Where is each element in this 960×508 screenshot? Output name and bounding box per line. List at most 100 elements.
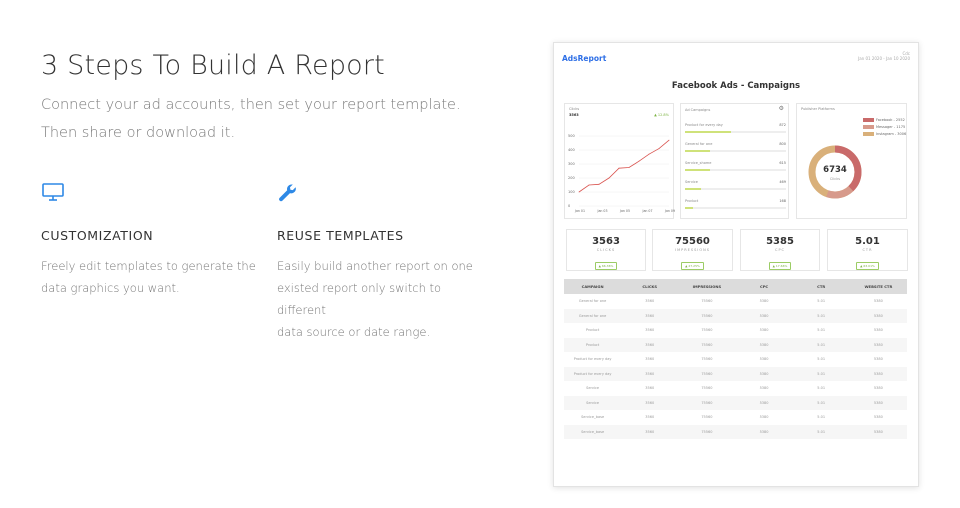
feature-customization: CUSTOMIZATION Freely edit templates to g… [41,182,256,299]
data-point [618,167,620,169]
y-tick-label: 300 [568,162,575,166]
table-cell: 5380 [759,328,769,333]
table-cell: 5380 [849,337,907,352]
x-tick-label: Jan 01 [574,209,585,213]
table-cell: 3560 [621,424,679,439]
campaign-bar-fill [685,131,732,133]
table-cell: 5380 [759,299,769,304]
legend-item: Instagram - 3006 [863,132,906,136]
table-cell: 5380 [735,337,793,352]
table-row: General for one 3560 75560 5380 5.01 5380 [564,294,907,309]
table-header-cell[interactable]: CAMPAIGN [564,279,622,294]
table-cell: 5380 [735,395,793,410]
settings-gear-icon[interactable]: ⚙ [779,105,784,112]
campaign-bar-row: Product for every day 872 [685,123,786,133]
x-tick-label: Jan 05 [619,209,630,213]
table-cell: 5.01 [792,308,850,323]
table-cell: 5.01 [792,424,850,439]
kpi-badge: ▲ 27.25% [681,262,704,270]
table-cell: 5.01 [792,366,850,381]
data-point [608,177,610,179]
x-tick-label: Jan 09 [664,209,675,213]
kpi-impressions: 75560 IMPRESSIONS ▲ 27.25% [652,229,733,271]
table-cell: Product [585,328,600,333]
donut-total: 6734 [823,165,847,175]
table-header-cell[interactable]: CLICKS [621,279,679,294]
table-cell: 5380 [849,366,907,381]
data-point [648,153,650,155]
table-row: Product for every day 3560 75560 5380 5.01 53… [564,352,907,367]
donut-card-title: Publisher Platforms [801,107,835,111]
table-cell: 5.01 [792,395,850,410]
x-tick-label: Jan 03 [597,209,608,213]
campaign-bar-fill [685,188,702,190]
table-row: Service 3560 75560 5380 5.01 5380 [564,395,907,410]
wrench-icon [277,182,492,206]
table-cell: General for one [578,299,607,304]
kpi-clicks: 3563 CLICKS ▲ 66.36% [566,229,646,271]
clicks-line-chart-card: Clicks 3563 ▲ 12.8% 500 400 300 200 100 0 Jan … [564,103,675,219]
table-cell: 75560 [701,357,713,362]
table-cell: 3560 [621,366,679,381]
publisher-platforms-card: Publisher Platforms Facebook - 2552 Messa… [796,103,907,219]
y-tick-label: 200 [568,176,575,180]
table-cell: 3560 [621,337,679,352]
hero-subtitle-line2: Then share or download it. [41,125,236,141]
table-cell: 75560 [701,386,713,391]
table-cell: Service_base [564,424,622,439]
legend-item: Facebook - 2552 [863,118,905,122]
table-cell: 5380 [873,386,883,391]
table-cell: 5.01 [817,415,826,420]
table-header-cell[interactable]: IMPRESSIONS [678,279,736,294]
table-header-cell[interactable]: WEBSITE CTR [849,279,907,294]
kpi-cpc: 5385 CPC ▲ 17.66% [740,229,820,271]
feature-description: Easily build another report on one existe… [277,259,473,339]
data-point [668,139,670,141]
table-cell: 75560 [678,395,736,410]
table-row: Product 3560 75560 5380 5.01 5380 [564,337,907,352]
table-cell: General for one [564,308,622,323]
line-card-tag: ▲ 12.8% [654,113,669,117]
report-title: Facebook Ads - Campaigns [671,81,801,91]
campaign-bar-fill [685,207,694,209]
y-tick-label: 100 [568,190,575,194]
table-cell: 75560 [701,328,713,333]
feature-title: REUSE TEMPLATES [277,228,404,243]
kpi-badge: ▲ 66.36% [594,262,618,270]
hero-subtitle-line1: Connect your ad accounts, then set your … [41,97,461,113]
table-row: Service_base 3560 75560 5380 5.01 5380 [564,424,907,439]
table-row: General for one 3560 75560 5380 5.01 5380 [564,308,907,323]
line-card-title: Clicks [569,107,580,111]
table-cell: 5.01 [792,337,850,352]
table-row: Product for every day 3560 75560 5380 5.01 53… [564,366,907,381]
table-cell: 5.01 [817,299,826,304]
data-point [578,191,580,193]
table-cell: Product for every day [573,357,612,362]
table-cell: 5380 [759,415,769,420]
table-cell: Product [564,337,622,352]
table-cell: 5.01 [817,328,826,333]
table-header-cell[interactable]: CTR [792,279,850,294]
table-cell: Service [586,386,600,391]
table-cell: 5380 [849,395,907,410]
campaign-bar-fill [685,150,711,152]
x-tick-label: Jan 07 [642,209,653,213]
table-row: Service_base 3560 75560 5380 5.01 5380 [564,410,907,425]
table-cell: 3560 [645,328,655,333]
table-cell: 5380 [759,386,769,391]
table-row: Product 3560 75560 5380 5.01 5380 [564,323,907,338]
table-cell: 5380 [735,366,793,381]
feature-reuse-templates: REUSE TEMPLATES Easily build another rep… [277,182,492,343]
data-point [628,167,630,168]
data-point [658,148,660,149]
donut-total-label: Clicks [829,177,841,181]
page-title: 3 Steps To Build A Report [41,50,385,81]
report-date-range: Cdc Jan 01 2020 - Jan 10 2020 [858,51,910,61]
table-cell: 5380 [873,415,883,420]
table-cell: 75560 [678,366,736,381]
kpi-ctr: 5.01 CTR ▲ 63.01% [827,229,908,271]
kpi-badge: ▲ 17.66% [768,262,792,270]
table-cell: 5380 [849,308,907,323]
table-header-cell[interactable]: CPC [735,279,793,294]
table-cell: 5380 [873,357,883,362]
